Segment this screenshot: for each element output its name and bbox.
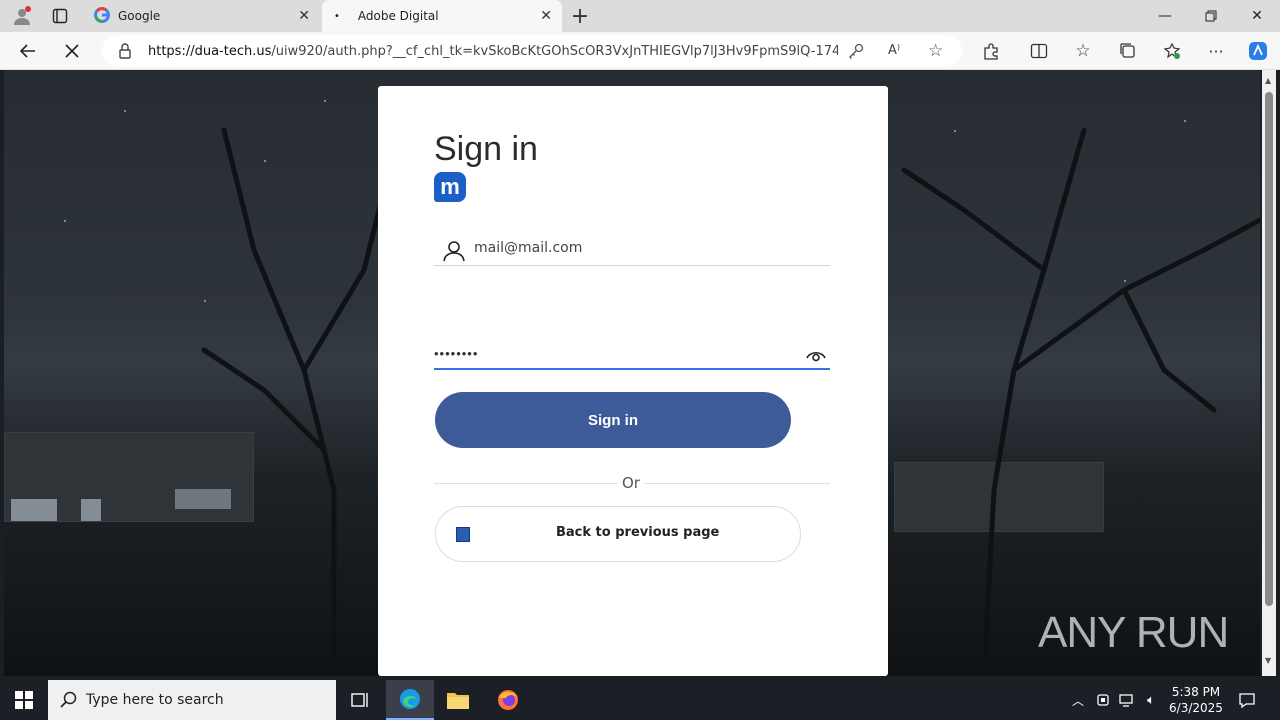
page-title: Sign in — [434, 130, 538, 168]
tab-strip: Google ✕ • Adobe Digital ✕ + — ✕ — [0, 0, 1280, 32]
sign-in-button[interactable]: Sign in — [435, 392, 791, 448]
tab-google[interactable]: Google ✕ — [84, 0, 320, 32]
url-path: /uiw920/auth.php?__cf_chl_tk=kvSkoBcKtGO… — [271, 43, 838, 59]
tab-title: Adobe Digital — [357, 9, 439, 23]
split-screen-icon[interactable] — [1025, 37, 1053, 65]
more-options-icon[interactable]: ··· — [1202, 37, 1230, 65]
back-page-icon — [456, 527, 470, 542]
show-password-eye-icon[interactable] — [806, 348, 826, 367]
or-divider-text: Or — [618, 474, 644, 492]
back-to-previous-page-button[interactable]: Back to previous page — [435, 506, 801, 562]
browser-essentials-icon[interactable] — [1158, 37, 1186, 65]
toolbar: https://dua-tech.us/uiw920/auth.php?__cf… — [0, 32, 1280, 70]
file-explorer-icon[interactable] — [434, 680, 482, 720]
password-input[interactable] — [434, 346, 794, 361]
url-host: https://dua-tech.us — [148, 43, 272, 59]
close-tab-icon[interactable]: ✕ — [540, 8, 552, 24]
search-placeholder: Type here to search — [86, 692, 224, 708]
edge-taskbar-icon[interactable] — [386, 680, 434, 720]
clock-time: 5:38 PM — [1171, 685, 1221, 699]
loading-dot-icon: • — [334, 10, 340, 22]
taskbar-search-box[interactable]: Type here to search — [48, 680, 336, 720]
network-icon[interactable] — [1116, 680, 1138, 720]
tab-title: Google — [118, 9, 161, 23]
watermark-text: ANY RUN — [1038, 608, 1229, 657]
clock-date: 6/3/2025 — [1169, 701, 1223, 715]
password-field-container — [434, 340, 830, 370]
signin-card: Sign in m Sign in Or Back to previous pa… — [378, 86, 888, 676]
collections-icon[interactable] — [1114, 37, 1142, 65]
minimize-icon[interactable]: — — [1142, 0, 1188, 32]
tab-adobe-digital[interactable]: • Adobe Digital ✕ — [322, 0, 562, 32]
anyrun-watermark: ANY RUN — [1038, 608, 1229, 658]
extensions-icon[interactable] — [977, 37, 1005, 65]
scrollbar-thumb[interactable] — [1265, 92, 1273, 606]
restore-icon[interactable] — [1188, 0, 1234, 32]
favorites-icon[interactable]: ☆ — [1069, 37, 1097, 65]
read-aloud-icon[interactable]: A⁾ — [888, 43, 900, 58]
tab-actions-icon[interactable] — [46, 2, 74, 30]
network-settings-icon[interactable] — [1092, 680, 1114, 720]
user-icon — [442, 240, 466, 266]
vertical-scrollbar[interactable]: ▲ ▼ — [1262, 70, 1276, 676]
google-icon — [94, 6, 110, 26]
key-icon[interactable] — [848, 43, 864, 63]
copilot-icon[interactable] — [1244, 37, 1272, 65]
web-page: Sign in m Sign in Or Back to previous pa… — [4, 70, 1260, 676]
scroll-down-icon[interactable]: ▼ — [1265, 656, 1271, 665]
notifications-icon[interactable] — [1230, 680, 1264, 720]
brand-logo-icon: m — [434, 172, 466, 202]
volume-icon[interactable]: 🔈︎ — [1140, 680, 1162, 720]
profile-icon[interactable] — [8, 2, 36, 30]
close-tab-icon[interactable]: ✕ — [298, 8, 310, 24]
back-button-label: Back to previous page — [556, 525, 720, 540]
search-icon — [60, 691, 78, 713]
favorite-star-icon[interactable]: ☆ — [928, 41, 943, 61]
lock-icon[interactable] — [118, 43, 132, 63]
firefox-icon[interactable] — [484, 680, 532, 720]
email-input[interactable] — [474, 240, 814, 256]
scroll-up-icon[interactable]: ▲ — [1265, 76, 1271, 85]
show-hidden-icons-icon[interactable]: ︿ — [1066, 680, 1090, 720]
task-view-icon[interactable] — [336, 680, 384, 720]
system-clock[interactable]: 5:38 PM 6/3/2025 — [1166, 684, 1226, 716]
close-window-icon[interactable]: ✕ — [1234, 0, 1280, 32]
address-bar[interactable]: https://dua-tech.us/uiw920/auth.php?__cf… — [102, 35, 962, 67]
windows-start-icon[interactable] — [0, 680, 48, 720]
stop-loading-icon[interactable] — [58, 37, 86, 65]
taskbar: Type here to search ︿ 🔈︎ 5:38 PM 6/3/202… — [0, 680, 1280, 720]
back-arrow-icon[interactable] — [14, 37, 42, 65]
new-tab-icon[interactable]: + — [566, 2, 594, 30]
url-text[interactable]: https://dua-tech.us/uiw920/auth.php?__cf… — [148, 44, 838, 59]
email-field-container — [434, 236, 830, 266]
